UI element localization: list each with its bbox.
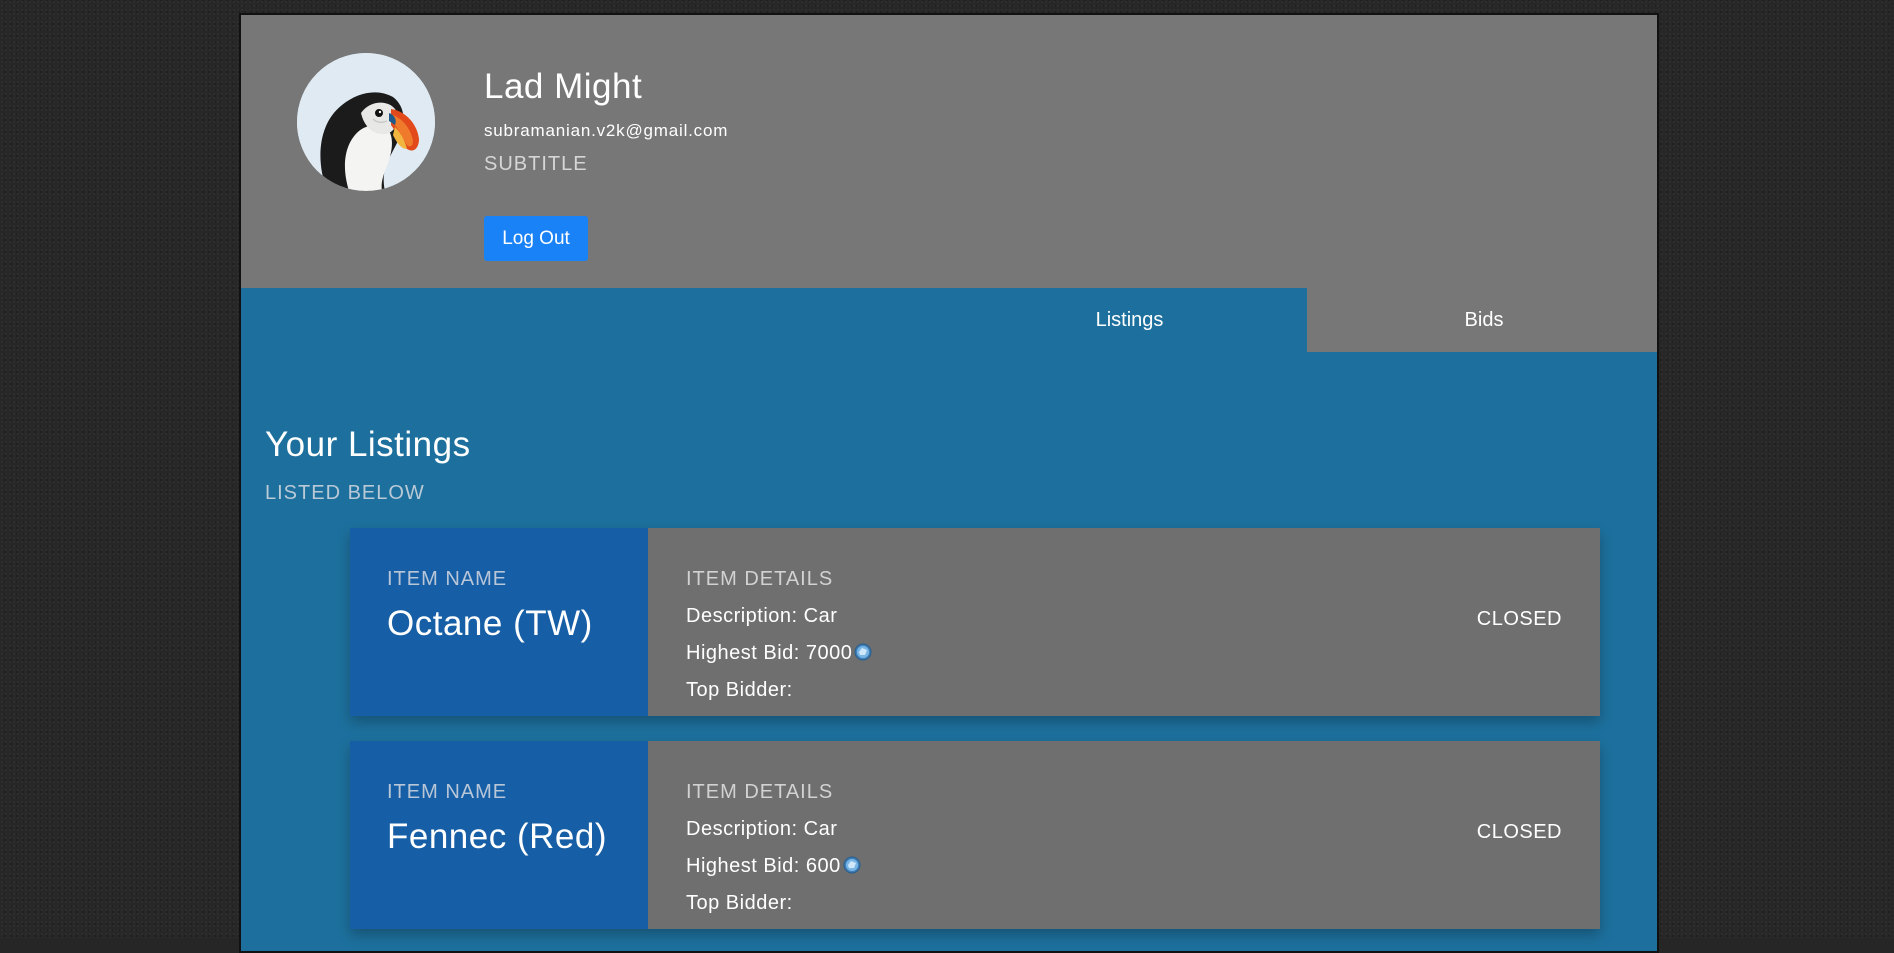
item-description: Description: Car (686, 818, 837, 841)
listings-section-subtitle: LISTED BELOW (265, 482, 425, 505)
item-details-label: ITEM DETAILS (686, 781, 833, 804)
user-name: Lad Might (484, 67, 642, 107)
item-top-bidder: Top Bidder: (686, 892, 793, 915)
tab-bar: Listings Bids (241, 288, 1657, 352)
item-highest-bid-text: Highest Bid: 600 (686, 855, 841, 877)
status-badge: CLOSED (1477, 821, 1562, 844)
item-highest-bid: Highest Bid: 600 (686, 855, 862, 878)
listing-details-panel: ITEM DETAILS Description: Car Highest Bi… (648, 528, 1600, 716)
item-details-label: ITEM DETAILS (686, 568, 833, 591)
item-top-bidder-text: Top Bidder: (686, 679, 793, 701)
credits-coin-icon (842, 855, 862, 875)
item-top-bidder-text: Top Bidder: (686, 892, 793, 914)
item-name: Octane (TW) (387, 603, 627, 645)
tab-listings[interactable]: Listings (952, 288, 1307, 352)
user-subtitle: SUBTITLE (484, 153, 588, 176)
puffin-avatar-icon (297, 53, 435, 191)
item-name-label: ITEM NAME (387, 568, 507, 591)
item-top-bidder: Top Bidder: (686, 679, 793, 702)
credits-coin-icon (853, 642, 873, 662)
listing-name-panel: ITEM NAME Octane (TW) (350, 528, 648, 716)
item-description: Description: Car (686, 605, 837, 628)
item-description-text: Description: Car (686, 605, 837, 627)
listing-card[interactable]: ITEM NAME Octane (TW) ITEM DETAILS Descr… (350, 528, 1600, 716)
item-highest-bid-text: Highest Bid: 7000 (686, 642, 852, 664)
listings-section-title: Your Listings (265, 425, 471, 465)
listing-details-panel: ITEM DETAILS Description: Car Highest Bi… (648, 741, 1600, 929)
profile-header: Lad Might subramanian.v2k@gmail.com SUBT… (241, 15, 1657, 288)
avatar (297, 53, 435, 191)
tab-bids[interactable]: Bids (1307, 288, 1659, 352)
user-email: subramanian.v2k@gmail.com (484, 121, 728, 141)
item-description-text: Description: Car (686, 818, 837, 840)
app-window: Lad Might subramanian.v2k@gmail.com SUBT… (239, 13, 1659, 953)
status-badge: CLOSED (1477, 608, 1562, 631)
logout-button[interactable]: Log Out (484, 216, 588, 261)
item-name-label: ITEM NAME (387, 781, 507, 804)
item-name: Fennec (Red) (387, 816, 627, 858)
listing-name-panel: ITEM NAME Fennec (Red) (350, 741, 648, 929)
listing-card[interactable]: ITEM NAME Fennec (Red) ITEM DETAILS Desc… (350, 741, 1600, 929)
item-highest-bid: Highest Bid: 7000 (686, 642, 873, 665)
